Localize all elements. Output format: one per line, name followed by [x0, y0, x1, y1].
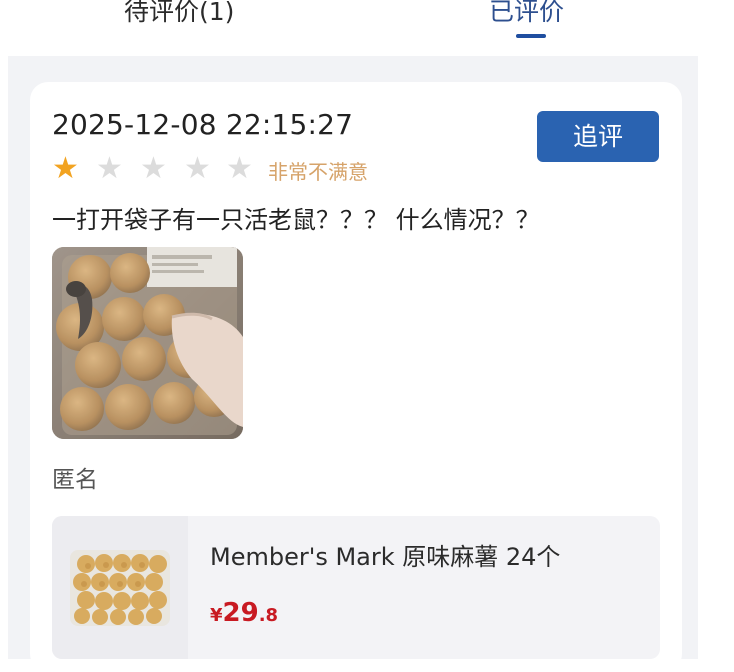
review-photo[interactable] — [52, 247, 243, 439]
product-price: ¥29.8 — [210, 598, 278, 628]
anonymous-label: 匿名 — [52, 467, 98, 493]
price-currency: ¥ — [210, 605, 223, 626]
star-empty-icon: ★ — [226, 151, 253, 186]
review-text: 一打开袋子有一只活老鼠？？？ 什么情况？？ — [52, 206, 540, 234]
star-empty-icon: ★ — [96, 151, 123, 186]
followup-review-button[interactable]: 追评 — [537, 111, 659, 162]
product-name[interactable]: Member's Mark 原味麻薯 24个 — [210, 537, 560, 572]
review-datetime: 2025-12-08 22:15:27 — [52, 108, 354, 141]
product-image — [70, 550, 170, 626]
active-tab-indicator — [516, 34, 546, 38]
review-photo-image — [52, 247, 243, 439]
tab-reviewed[interactable]: 已评价 — [489, 0, 564, 28]
star-empty-icon: ★ — [184, 151, 211, 186]
price-decimal: .8 — [258, 605, 279, 626]
star-empty-icon: ★ — [140, 151, 167, 186]
product-thumbnail[interactable] — [52, 516, 188, 659]
rating-label: 非常不满意 — [268, 160, 368, 184]
review-tabs: 待评价(1) 已评价 — [0, 0, 734, 56]
tab-pending-review[interactable]: 待评价(1) — [124, 0, 234, 28]
price-integer: 29 — [222, 598, 259, 628]
star-filled-icon: ★ — [52, 151, 79, 186]
